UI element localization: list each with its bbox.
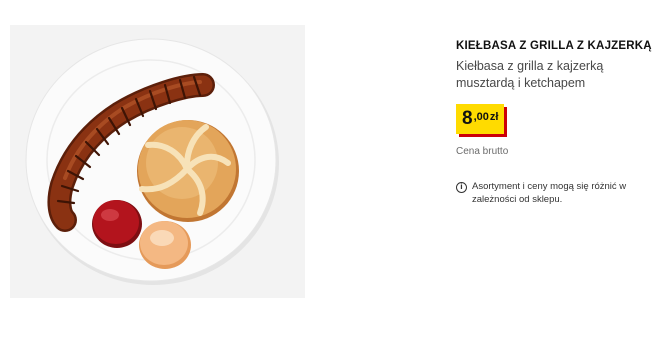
price-currency: zł [489,111,499,123]
notice-text: Asortyment i ceny mogą się różnić w zale… [472,181,627,205]
product-info: KIEŁBASA Z GRILLA Z KAJZERKĄ Kiełbasa z … [456,38,656,206]
price-decimal: ,00 [473,111,489,123]
info-icon: i [456,182,467,193]
price-label: Cena brutto [456,146,509,157]
product-image[interactable] [10,25,305,298]
price-integer: 8 [462,108,473,129]
product-description: Kiełbasa z grilla z kajzerką musztardą i… [456,59,604,90]
availability-notice: i Asortyment i ceny mogą się różnić w za… [456,180,631,206]
price-tag: 8 ,00 zł [456,104,505,134]
product-title: KIEŁBASA Z GRILLA Z KAJZERKĄ [456,40,652,52]
